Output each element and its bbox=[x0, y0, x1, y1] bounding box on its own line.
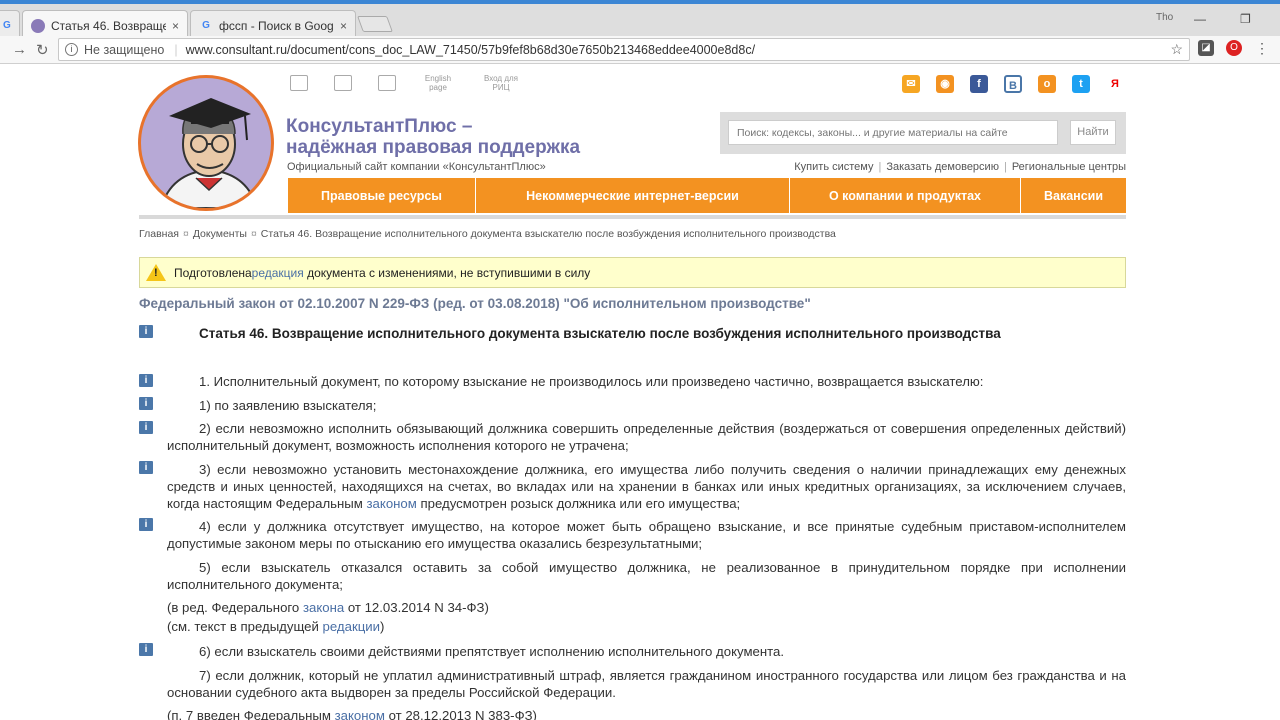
info-icon[interactable]: i bbox=[139, 325, 153, 338]
reload-icon[interactable]: ↻ bbox=[36, 41, 49, 59]
edition-notice: Подготовлена редакция документа с измене… bbox=[139, 257, 1126, 288]
tab-label: фссп - Поиск в Google bbox=[219, 18, 334, 33]
law-link[interactable]: законом bbox=[335, 708, 385, 720]
order-demo-link[interactable]: Заказать демоверсию bbox=[886, 161, 999, 173]
bookmark-star-icon[interactable]: ☆ bbox=[1170, 41, 1183, 58]
info-icon[interactable]: i bbox=[139, 461, 153, 474]
text-span: (в ред. Федерального bbox=[167, 600, 303, 615]
breadcrumb: Главная ¤ Документы ¤ Статья 46. Возвращение… bbox=[139, 228, 836, 240]
paragraph-1: 1. Исполнительный документ, по которому … bbox=[199, 374, 984, 389]
breadcrumb-documents[interactable]: Документы bbox=[193, 228, 247, 240]
sitemap-icon[interactable] bbox=[290, 75, 308, 91]
paragraph-item-1: 1) по заявлению взыскателя; bbox=[199, 398, 377, 413]
menu-dots-icon[interactable]: ⋮ bbox=[1254, 40, 1270, 56]
consultant-favicon-icon bbox=[31, 18, 45, 33]
paragraph-item-5: 5) если взыскатель отказался оставить за… bbox=[167, 560, 1126, 592]
opera-extension-icon[interactable]: O bbox=[1226, 40, 1242, 56]
paragraph-item-2: 2) если невозможно исполнить обязывающий… bbox=[167, 421, 1126, 453]
browser-tab-bar: G Статья 46. Возвращение × G фссп - Поис… bbox=[0, 0, 1280, 40]
edition-note: (в ред. Федерального закона от 12.03.201… bbox=[167, 599, 1126, 616]
previous-edition-link[interactable]: редакции bbox=[323, 619, 380, 634]
google-icon: G bbox=[202, 19, 210, 31]
address-toolbar: → ↻ i Не защищено | www.consultant.ru/do… bbox=[0, 36, 1280, 64]
divider bbox=[139, 215, 1126, 219]
email-share-icon[interactable]: ✉ bbox=[902, 75, 920, 93]
maximize-icon[interactable]: ❐ bbox=[1240, 12, 1251, 26]
text-span: от 12.03.2014 N 34-ФЗ) bbox=[344, 600, 489, 615]
brand-title-line1[interactable]: КонсультантПлюс – bbox=[286, 116, 472, 138]
close-icon[interactable]: × bbox=[340, 19, 347, 33]
text-span: предусмотрен розыск должника или его иму… bbox=[416, 496, 741, 511]
professor-mascot-icon bbox=[159, 98, 259, 208]
edition-link[interactable]: редакция bbox=[252, 266, 304, 280]
article-title: Статья 46. Возвращение исполнительного д… bbox=[199, 326, 1001, 341]
breadcrumb-home[interactable]: Главная bbox=[139, 228, 179, 240]
logo[interactable] bbox=[138, 75, 274, 211]
address-bar[interactable]: i Не защищено | www.consultant.ru/docume… bbox=[58, 38, 1190, 61]
info-icon[interactable]: i bbox=[139, 643, 153, 656]
info-icon[interactable]: i bbox=[65, 43, 78, 56]
profile-label[interactable]: Tho bbox=[1156, 12, 1173, 23]
yandex-icon[interactable]: Я bbox=[1106, 75, 1124, 93]
notice-text-after: документа с изменениями, не вступившими … bbox=[303, 265, 591, 280]
law-link[interactable]: закона bbox=[303, 600, 344, 615]
previous-edition-note: (см. текст в предыдущей редакции) bbox=[167, 618, 1126, 635]
vk-icon[interactable]: В bbox=[1004, 75, 1022, 93]
facebook-icon[interactable]: f bbox=[970, 75, 988, 93]
regional-centers-link[interactable]: Региональные центры bbox=[1012, 161, 1126, 173]
tab-label: Статья 46. Возвращение bbox=[51, 18, 166, 33]
info-icon[interactable]: i bbox=[139, 374, 153, 387]
minimize-icon[interactable]: — bbox=[1194, 12, 1206, 26]
google-icon: G bbox=[3, 19, 11, 31]
top-links: Купить систему | Заказать демоверсию | Р… bbox=[794, 161, 1126, 173]
menu-vacancies[interactable]: Вакансии bbox=[1021, 178, 1126, 213]
header-tools: English page Вход для РИЦ bbox=[290, 74, 522, 92]
paragraph-item-4: 4) если у должника отсутствует имущество… bbox=[167, 519, 1126, 551]
warning-icon bbox=[146, 264, 166, 281]
url-text[interactable]: www.consultant.ru/document/cons_doc_LAW_… bbox=[186, 43, 755, 57]
info-icon[interactable]: i bbox=[139, 518, 153, 531]
search-button[interactable]: Найти bbox=[1070, 120, 1116, 145]
rcc-login-link[interactable]: Вход для РИЦ bbox=[480, 74, 522, 92]
close-icon[interactable]: × bbox=[172, 19, 179, 33]
menu-noncommercial-versions[interactable]: Некоммерческие интернет-версии bbox=[476, 178, 790, 213]
brand-title-line2[interactable]: надёжная правовая поддержка bbox=[286, 137, 580, 159]
law-title[interactable]: Федеральный закон от 02.10.2007 N 229-ФЗ… bbox=[139, 296, 811, 311]
archive-icon[interactable] bbox=[334, 75, 352, 91]
info-icon[interactable]: i bbox=[139, 397, 153, 410]
extension-icon[interactable]: ◪ bbox=[1198, 40, 1214, 56]
odnoklassniki-icon[interactable]: о bbox=[1038, 75, 1056, 93]
breadcrumb-current: Статья 46. Возвращение исполнительного д… bbox=[260, 228, 836, 240]
text-span: (см. текст в предыдущей bbox=[167, 619, 323, 634]
menu-legal-resources[interactable]: Правовые ресурсы bbox=[288, 178, 476, 213]
text-span: от 28.12.2013 N 383-ФЗ) bbox=[384, 708, 537, 720]
menu-company-products[interactable]: О компании и продуктах bbox=[790, 178, 1021, 213]
text-span: ) bbox=[380, 619, 385, 634]
site-search: Найти bbox=[720, 112, 1126, 154]
buy-system-link[interactable]: Купить систему bbox=[794, 161, 873, 173]
main-menu: Правовые ресурсы Некоммерческие интернет… bbox=[288, 178, 1126, 213]
notice-text-before: Подготовлена bbox=[174, 265, 252, 280]
text-span: (п. 7 введен Федеральным bbox=[167, 708, 335, 720]
brand-subtitle: Официальный сайт компании «КонсультантПл… bbox=[287, 161, 546, 173]
paragraph-item-6: 6) если взыскатель своими действиями пре… bbox=[199, 644, 785, 659]
introduced-note: (п. 7 введен Федеральным законом от 28.1… bbox=[167, 707, 1126, 720]
info-icon[interactable]: i bbox=[139, 421, 153, 434]
english-page-link[interactable]: English page bbox=[422, 74, 454, 92]
new-tab-button[interactable] bbox=[357, 16, 393, 32]
law-link[interactable]: законом bbox=[367, 496, 417, 511]
back-arrow-icon[interactable]: → bbox=[12, 41, 27, 58]
mail-icon[interactable] bbox=[378, 75, 396, 91]
search-input[interactable] bbox=[728, 120, 1058, 145]
twitter-icon[interactable]: t bbox=[1072, 75, 1090, 93]
paragraph-item-3: 3) если невозможно установить местонахож… bbox=[167, 461, 1126, 512]
paragraph-item-7: 7) если должник, который не уплатил адми… bbox=[167, 668, 1126, 700]
security-label: Не защищено bbox=[84, 42, 165, 57]
rss-icon[interactable]: ◉ bbox=[936, 75, 954, 93]
